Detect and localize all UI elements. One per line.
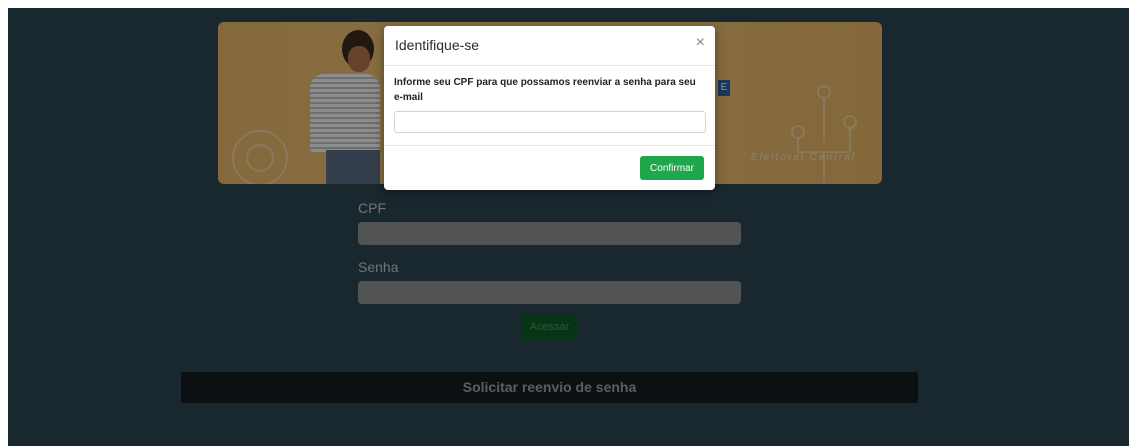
- identify-modal: Identifique-se × Informe seu CPF para qu…: [384, 26, 715, 190]
- modal-title: Identifique-se: [395, 37, 480, 53]
- cpf-recovery-input[interactable]: [394, 111, 706, 133]
- login-page: E Eleitoral Central CPF Senha Acessar So…: [8, 8, 1129, 446]
- modal-divider: [384, 145, 715, 146]
- confirm-button[interactable]: Confirmar: [640, 156, 704, 180]
- modal-header: Identifique-se ×: [384, 26, 715, 66]
- modal-message: Informe seu CPF para que possamos reenvi…: [394, 77, 696, 103]
- close-icon[interactable]: ×: [696, 34, 705, 52]
